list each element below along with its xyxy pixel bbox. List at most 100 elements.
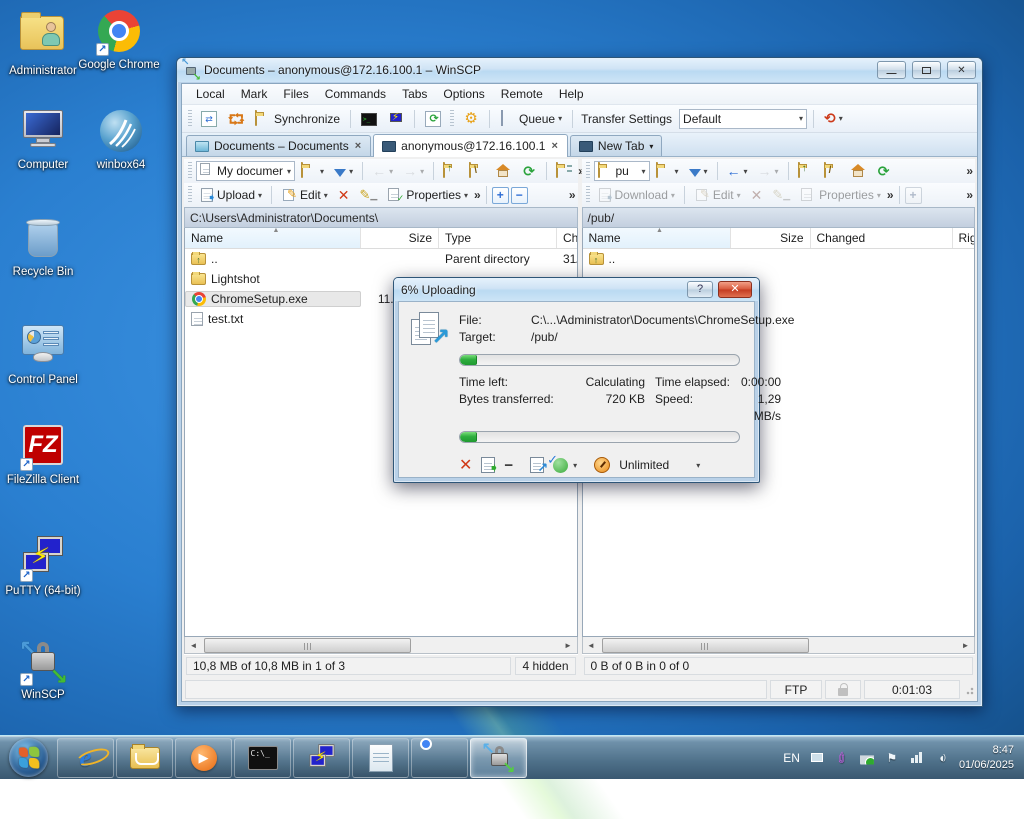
synchronize-button[interactable]: Synchronize bbox=[251, 109, 344, 129]
filter-button[interactable]: ▾ bbox=[685, 164, 712, 179]
desktop-icon-winbox64[interactable]: winbox64 bbox=[78, 108, 164, 173]
menu-commands[interactable]: Commands bbox=[317, 85, 394, 103]
properties-button[interactable]: ✓ Properties ▾ bbox=[383, 185, 472, 205]
delete-button[interactable]: ✕ bbox=[334, 185, 354, 206]
transfer-settings-combo[interactable]: Default ▾ bbox=[679, 109, 807, 129]
desktop-icon-putty[interactable]: ⚡ ↗ PuTTY (64-bit) bbox=[0, 536, 86, 599]
menu-mark[interactable]: Mark bbox=[233, 85, 276, 103]
dialog-title-bar[interactable]: 6% Uploading ? ✕ bbox=[394, 278, 759, 301]
close-button[interactable]: ✕ bbox=[947, 61, 976, 79]
forward-button[interactable]: →▾ bbox=[754, 161, 783, 181]
column-header-size[interactable]: Size bbox=[731, 228, 811, 248]
remote-drive-combo[interactable]: pu ▾ bbox=[594, 161, 650, 181]
dialog-close-button[interactable]: ✕ bbox=[718, 281, 752, 298]
synchronize-browsing-button[interactable]: ⮔ bbox=[224, 109, 248, 129]
overflow-chevron[interactable]: » bbox=[966, 164, 973, 178]
back-button[interactable]: ←▾ bbox=[723, 161, 752, 181]
upload-button[interactable]: ➧ Upload ▾ bbox=[196, 185, 266, 205]
network-tray-icon[interactable] bbox=[909, 750, 925, 766]
column-header-size[interactable]: Size bbox=[361, 228, 439, 248]
compare-directories-button[interactable]: ⇄ bbox=[197, 109, 221, 129]
menu-tabs[interactable]: Tabs bbox=[394, 85, 435, 103]
menu-help[interactable]: Help bbox=[551, 85, 592, 103]
taskbar-notepad[interactable] bbox=[352, 738, 409, 778]
toolbar-grip[interactable] bbox=[188, 186, 192, 204]
statusbar-protocol[interactable]: FTP bbox=[770, 680, 822, 699]
parent-directory-button[interactable]: ↑ bbox=[439, 161, 463, 181]
filter-button[interactable]: ▾ bbox=[330, 164, 357, 179]
language-indicator[interactable]: EN bbox=[783, 751, 800, 765]
start-button[interactable] bbox=[9, 738, 48, 777]
speed-limit-icon[interactable] bbox=[594, 457, 610, 473]
root-directory-button[interactable]: / bbox=[820, 161, 844, 181]
maximize-button[interactable] bbox=[912, 61, 941, 79]
menu-remote[interactable]: Remote bbox=[493, 85, 551, 103]
volume-tray-icon[interactable]: ◖) bbox=[934, 750, 950, 766]
toolbar-grip[interactable] bbox=[450, 110, 454, 128]
directory-tree-button[interactable] bbox=[552, 161, 576, 181]
file-row-parent[interactable]: ↑.. bbox=[583, 249, 975, 269]
move-to-queue-button[interactable]: ➧ bbox=[481, 457, 495, 473]
menu-files[interactable]: Files bbox=[275, 85, 316, 103]
column-header-name[interactable]: ▲ Name bbox=[583, 228, 731, 248]
local-drive-combo[interactable]: My documer ▾ bbox=[196, 161, 295, 181]
column-header-type[interactable]: Type bbox=[439, 228, 557, 248]
desktop-icon-control-panel[interactable]: Control Panel bbox=[0, 320, 86, 388]
desktop-icon-computer[interactable]: Computer bbox=[0, 106, 86, 173]
column-header-changed[interactable]: Changed bbox=[811, 228, 953, 248]
tab-documents[interactable]: Documents – Documents × bbox=[186, 135, 371, 156]
overflow-chevron[interactable]: » bbox=[887, 188, 894, 202]
transfer-settings-cycle-button[interactable]: ⟲▾ bbox=[820, 108, 847, 129]
rename-button[interactable]: ✎▁ bbox=[768, 185, 794, 205]
toolbar-grip[interactable] bbox=[188, 162, 192, 180]
refresh-button[interactable]: ⟳ bbox=[421, 109, 445, 129]
tab-session-anonymous[interactable]: anonymous@172.16.100.1 × bbox=[373, 134, 568, 157]
menu-local[interactable]: Local bbox=[188, 85, 233, 103]
desktop-icon-filezilla[interactable]: FZ ↗ FileZilla Client bbox=[0, 422, 86, 488]
lightshot-tray-icon[interactable]: ✐ bbox=[831, 746, 854, 769]
menu-options[interactable]: Options bbox=[435, 85, 492, 103]
overflow-chevron[interactable]: » bbox=[474, 188, 481, 202]
queue-button[interactable]: Queue ▾ bbox=[496, 109, 566, 129]
display-tray-icon[interactable] bbox=[809, 750, 825, 766]
desktop-icon-winscp[interactable]: ↖↘ ↗ WinSCP bbox=[0, 640, 86, 703]
refresh-panel-button[interactable]: ⟳ bbox=[872, 161, 896, 181]
edit-button[interactable]: ✎ Edit ▾ bbox=[277, 185, 332, 205]
overflow-chevron[interactable]: » bbox=[569, 188, 576, 202]
download-button[interactable]: ➧ Download ▾ bbox=[594, 185, 679, 205]
preferences-button[interactable]: ⚙ bbox=[459, 109, 483, 129]
taskbar-command-prompt[interactable]: C:\_ bbox=[234, 738, 291, 778]
refresh-panel-button[interactable]: ⟳ bbox=[517, 161, 541, 181]
open-console-button[interactable]: >_ bbox=[357, 109, 381, 128]
resize-grip[interactable] bbox=[964, 685, 974, 695]
taskbar-internet-explorer[interactable]: e bbox=[57, 738, 114, 778]
cancel-transfer-button[interactable]: ✕ bbox=[459, 455, 472, 475]
remote-horizontal-scrollbar[interactable]: ◄ ► bbox=[582, 637, 976, 654]
scroll-left-icon[interactable]: ◄ bbox=[185, 641, 202, 650]
toolbar-grip[interactable] bbox=[586, 186, 590, 204]
home-directory-button[interactable] bbox=[491, 161, 515, 181]
statusbar-encryption[interactable] bbox=[825, 680, 861, 699]
forward-button[interactable]: →▾ bbox=[399, 161, 428, 181]
usb-tray-icon[interactable] bbox=[859, 750, 875, 766]
open-directory-button[interactable]: ▾ bbox=[297, 161, 328, 181]
remote-path-bar[interactable]: /pub/ bbox=[582, 207, 976, 228]
home-directory-button[interactable] bbox=[846, 161, 870, 181]
taskbar-putty[interactable]: ⚡ bbox=[293, 738, 350, 778]
tab-close-icon[interactable]: × bbox=[550, 140, 558, 152]
root-directory-button[interactable]: \ bbox=[465, 161, 489, 181]
local-hidden-count[interactable]: 4 hidden bbox=[515, 657, 575, 675]
increase-font-button[interactable]: + bbox=[492, 187, 509, 204]
scroll-left-icon[interactable]: ◄ bbox=[583, 641, 600, 650]
back-button[interactable]: ←▾ bbox=[368, 161, 397, 181]
minimize-button[interactable]: — bbox=[877, 61, 906, 79]
delete-button[interactable]: ✕ bbox=[747, 185, 767, 206]
taskbar-media-player[interactable]: ▶ bbox=[175, 738, 232, 778]
dialog-help-button[interactable]: ? bbox=[687, 281, 713, 298]
desktop-icon-google-chrome[interactable]: ↗ Google Chrome bbox=[76, 8, 162, 73]
desktop-icon-recycle-bin[interactable]: Recycle Bin bbox=[0, 214, 86, 280]
tab-close-icon[interactable]: × bbox=[354, 140, 362, 152]
taskbar-windows-explorer[interactable] bbox=[116, 738, 173, 778]
title-bar[interactable]: ↖ ↘ Documents – anonymous@172.16.100.1 –… bbox=[177, 58, 982, 82]
desktop-icon-administrator[interactable]: Administrator bbox=[0, 8, 86, 79]
